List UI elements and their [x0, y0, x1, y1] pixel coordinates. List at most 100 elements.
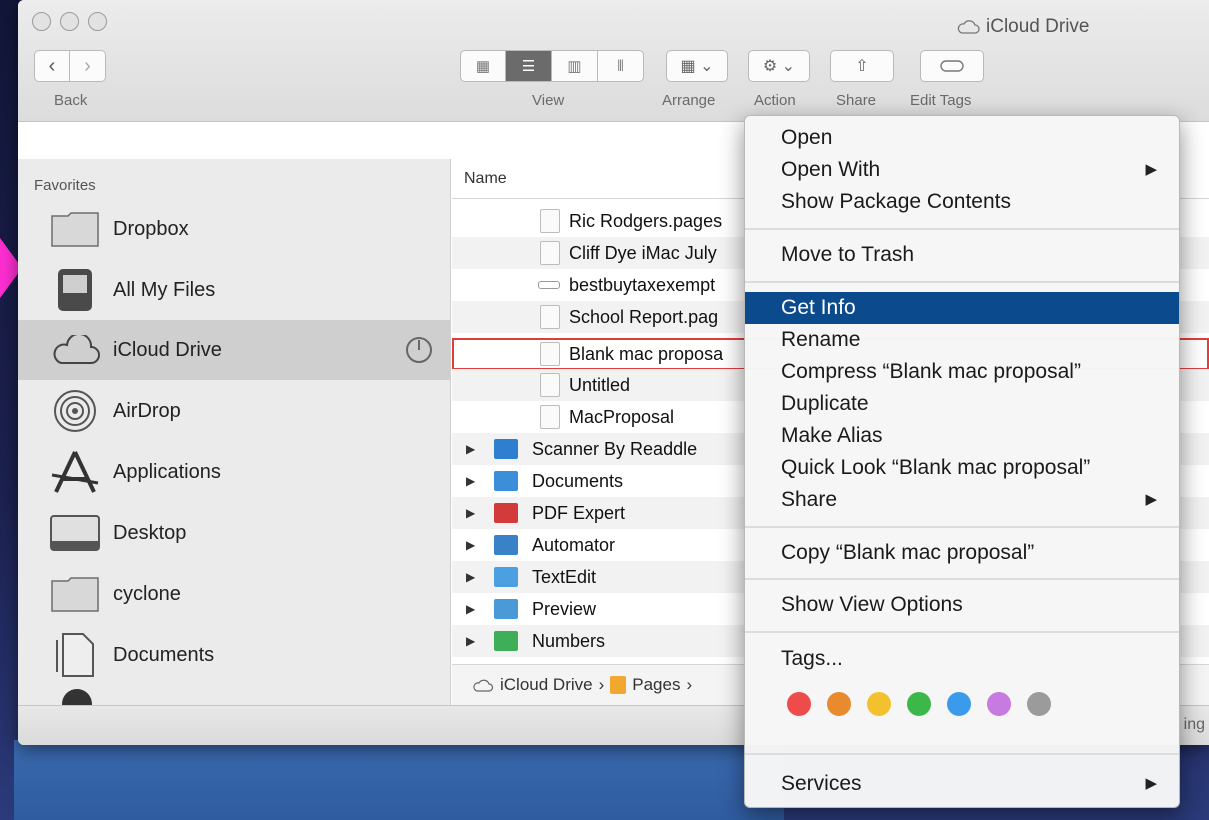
arrange-label: Arrange — [662, 92, 716, 109]
menu-item-quick-look[interactable]: Quick Look “Blank mac proposal” — [745, 452, 1179, 484]
tag-green-button[interactable] — [907, 692, 931, 716]
menu-separator — [745, 753, 1179, 755]
disclosure-triangle-icon[interactable]: ▶ — [466, 634, 475, 648]
folder-name: Numbers — [532, 630, 606, 651]
menu-item-compress[interactable]: Compress “Blank mac proposal” — [745, 356, 1179, 388]
disclosure-triangle-icon[interactable]: ▶ — [466, 506, 475, 520]
menu-item-make-alias[interactable]: Make Alias — [745, 420, 1179, 452]
sidebar-item-label: Dropbox — [113, 217, 189, 240]
menu-item-rename[interactable]: Rename — [745, 324, 1179, 356]
arrange-icon: ▦ ⌄ — [680, 58, 714, 75]
tag-blue-button[interactable] — [947, 692, 971, 716]
share-button[interactable]: ⇧ — [830, 50, 894, 82]
folder-name: Scanner By Readdle — [532, 438, 698, 459]
documents-icon — [48, 632, 102, 678]
edit-tags-label: Edit Tags — [910, 92, 972, 109]
back-label: Back — [54, 92, 88, 109]
tag-red-button[interactable] — [787, 692, 811, 716]
menu-separator — [745, 228, 1179, 230]
sidebar-item-documents[interactable]: Documents — [18, 625, 451, 685]
submenu-arrow-icon: ▶ — [1145, 491, 1157, 508]
menu-item-show-package-contents[interactable]: Show Package Contents — [745, 186, 1179, 218]
arrange-button[interactable]: ▦ ⌄ — [666, 50, 728, 82]
sidebar-item-desktop[interactable]: Desktop — [18, 503, 451, 563]
menu-item-show-view-options[interactable]: Show View Options — [745, 589, 1179, 621]
folder-name: PDF Expert — [532, 502, 626, 523]
pages-app-icon — [610, 676, 627, 694]
chevron-left-icon: ‹ — [48, 54, 56, 77]
menu-item-move-to-trash[interactable]: Move to Trash — [745, 239, 1179, 271]
menu-item-share[interactable]: Share ▶ — [745, 484, 1179, 516]
folder-icon — [494, 631, 518, 651]
document-icon — [540, 209, 560, 233]
menu-item-copy[interactable]: Copy “Blank mac proposal” — [745, 537, 1179, 569]
path-item-pages[interactable]: Pages — [632, 675, 680, 695]
share-label: Share — [836, 92, 877, 109]
share-icon: ⇧ — [855, 58, 869, 75]
sidebar-item-icloud-drive[interactable]: iCloud Drive — [18, 320, 451, 380]
column-view-button[interactable]: ▥ — [552, 50, 598, 82]
sidebar-item-cyclone[interactable]: cyclone — [18, 564, 451, 624]
tag-purple-button[interactable] — [987, 692, 1011, 716]
document-icon — [540, 405, 560, 429]
list-view-button[interactable]: ☰ — [506, 50, 552, 82]
folder-icon — [48, 206, 102, 252]
close-button[interactable] — [32, 12, 51, 31]
path-item-icloud-drive[interactable]: iCloud Drive — [500, 675, 593, 695]
disclosure-triangle-icon[interactable]: ▶ — [466, 570, 475, 584]
file-name: Untitled — [569, 374, 631, 395]
sidebar-item-label: Documents — [113, 643, 215, 666]
disclosure-triangle-icon[interactable]: ▶ — [466, 538, 475, 552]
sidebar-item-dropbox[interactable]: Dropbox — [18, 199, 451, 259]
desktop-icon — [48, 510, 102, 556]
menu-item-tags[interactable]: Tags... — [745, 643, 1179, 675]
path-separator: › — [686, 675, 693, 694]
document-icon — [540, 305, 560, 329]
file-name: Ric Rodgers.pages — [569, 210, 723, 231]
desktop-wallpaper — [14, 740, 784, 820]
tag-icon — [940, 60, 964, 72]
file-name: bestbuytaxexempt — [569, 274, 716, 295]
edit-tags-button[interactable] — [920, 50, 984, 82]
zoom-button[interactable] — [88, 12, 107, 31]
sidebar: Favorites Dropbox All My Files iCloud Dr… — [18, 159, 451, 719]
tag-yellow-button[interactable] — [867, 692, 891, 716]
folder-name: TextEdit — [532, 566, 597, 587]
minimize-button[interactable] — [60, 12, 79, 31]
window-title-text: iCloud Drive — [986, 16, 1090, 37]
path-separator: › — [598, 675, 605, 694]
window-controls — [32, 12, 107, 31]
sync-progress-icon — [406, 337, 432, 363]
action-button[interactable]: ⚙ ⌄ — [748, 50, 810, 82]
back-button[interactable]: ‹ — [34, 50, 70, 82]
folder-name: Preview — [532, 598, 597, 619]
document-icon — [540, 241, 560, 265]
menu-item-services[interactable]: Services ▶ — [745, 768, 1179, 800]
menu-item-get-info[interactable]: Get Info — [745, 292, 1179, 324]
disclosure-triangle-icon[interactable]: ▶ — [466, 442, 475, 456]
file-name: MacProposal — [569, 406, 675, 427]
cover-flow-button[interactable]: ⫴ — [598, 50, 644, 82]
sidebar-item-airdrop[interactable]: AirDrop — [18, 381, 451, 441]
sidebar-item-applications[interactable]: Applications — [18, 442, 451, 502]
menu-item-open[interactable]: Open — [745, 122, 1179, 154]
menu-item-label: Services — [781, 772, 862, 795]
window-title: iCloud Drive — [956, 16, 1089, 38]
disclosure-triangle-icon[interactable]: ▶ — [466, 602, 475, 616]
forward-button[interactable]: › — [70, 50, 106, 82]
menu-separator — [745, 578, 1179, 580]
airdrop-icon — [48, 388, 102, 434]
cloud-icon — [48, 327, 102, 373]
sidebar-item-label: iCloud Drive — [113, 338, 222, 361]
sidebar-item-all-my-files[interactable]: All My Files — [18, 260, 451, 320]
submenu-arrow-icon: ▶ — [1145, 161, 1157, 178]
menu-item-open-with[interactable]: Open With ▶ — [745, 154, 1179, 186]
disclosure-triangle-icon[interactable]: ▶ — [466, 474, 475, 488]
menu-item-duplicate[interactable]: Duplicate — [745, 388, 1179, 420]
view-switcher: ▦ ☰ ▥ ⫴ — [460, 50, 644, 82]
menu-item-label: Share — [781, 488, 838, 511]
icon-view-button[interactable]: ▦ — [460, 50, 506, 82]
tag-orange-button[interactable] — [827, 692, 851, 716]
tag-gray-button[interactable] — [1027, 692, 1051, 716]
back-forward-group: ‹ › — [34, 50, 106, 82]
